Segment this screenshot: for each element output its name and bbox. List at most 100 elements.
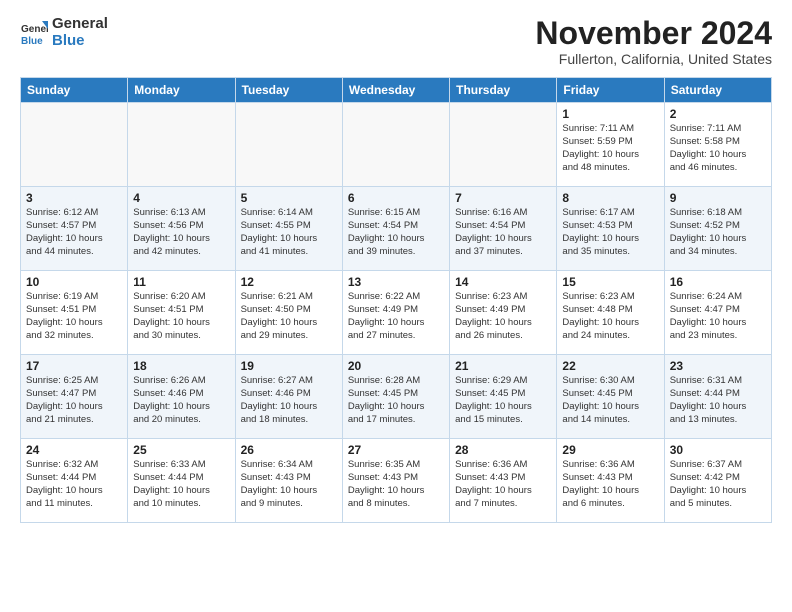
day-number: 17 [26, 359, 122, 373]
calendar-week-row: 17 Sunrise: 6:25 AM Sunset: 4:47 PM Dayli… [21, 355, 772, 439]
page-title: November 2024 [535, 16, 772, 51]
calendar-day-cell: 29 Sunrise: 6:36 AM Sunset: 4:43 PM Dayli… [557, 439, 664, 523]
day-info: Sunrise: 6:20 AM Sunset: 4:51 PM Dayligh… [133, 291, 229, 342]
day-info: Sunrise: 6:35 AM Sunset: 4:43 PM Dayligh… [348, 459, 444, 510]
day-number: 28 [455, 443, 551, 457]
calendar-day-cell: 10Sunrise: 6:19 AM Sunset: 4:51 PM Dayli… [21, 271, 128, 355]
day-number: 4 [133, 191, 229, 205]
day-info: Sunrise: 6:25 AM Sunset: 4:47 PM Dayligh… [26, 375, 122, 426]
calendar-day-cell: 22Sunrise: 6:30 AM Sunset: 4:45 PM Dayli… [557, 355, 664, 439]
calendar-header-cell: Friday [557, 78, 664, 103]
day-info: Sunrise: 6:26 AM Sunset: 4:46 PM Dayligh… [133, 375, 229, 426]
calendar-day-cell: 27 Sunrise: 6:35 AM Sunset: 4:43 PM Dayli… [342, 439, 449, 523]
day-info: Sunrise: 6:29 AM Sunset: 4:45 PM Dayligh… [455, 375, 551, 426]
day-info: Sunrise: 6:31 AM Sunset: 4:44 PM Dayligh… [670, 375, 766, 426]
day-number: 24 [26, 443, 122, 457]
day-number: 29 [562, 443, 658, 457]
calendar-header-cell: Thursday [450, 78, 557, 103]
calendar-week-row: 10Sunrise: 6:19 AM Sunset: 4:51 PM Dayli… [21, 271, 772, 355]
calendar-day-cell: 26Sunrise: 6:34 AM Sunset: 4:43 PM Dayli… [235, 439, 342, 523]
calendar-day-cell: 7 Sunrise: 6:16 AM Sunset: 4:54 PM Daylig… [450, 187, 557, 271]
calendar-header-cell: Wednesday [342, 78, 449, 103]
day-info: Sunrise: 6:36 AM Sunset: 4:43 PM Dayligh… [562, 459, 658, 510]
day-info: Sunrise: 6:33 AM Sunset: 4:44 PM Dayligh… [133, 459, 229, 510]
calendar-day-cell [450, 103, 557, 187]
calendar-week-row: 24 Sunrise: 6:32 AM Sunset: 4:44 PM Dayli… [21, 439, 772, 523]
day-number: 1 [562, 107, 658, 121]
calendar-day-cell [21, 103, 128, 187]
day-number: 12 [241, 275, 337, 289]
day-info: Sunrise: 6:27 AM Sunset: 4:46 PM Dayligh… [241, 375, 337, 426]
day-number: 18 [133, 359, 229, 373]
day-info: Sunrise: 6:24 AM Sunset: 4:47 PM Dayligh… [670, 291, 766, 342]
day-info: Sunrise: 6:14 AM Sunset: 4:55 PM Dayligh… [241, 207, 337, 258]
calendar-week-row: 1Sunrise: 7:11 AM Sunset: 5:59 PM Daylig… [21, 103, 772, 187]
day-info: Sunrise: 6:13 AM Sunset: 4:56 PM Dayligh… [133, 207, 229, 258]
calendar-header-cell: Saturday [664, 78, 771, 103]
calendar-day-cell: 28 Sunrise: 6:36 AM Sunset: 4:43 PM Dayli… [450, 439, 557, 523]
calendar-day-cell: 14Sunrise: 6:23 AM Sunset: 4:49 PM Dayli… [450, 271, 557, 355]
calendar-day-cell: 3 Sunrise: 6:12 AM Sunset: 4:57 PM Daylig… [21, 187, 128, 271]
day-info: Sunrise: 6:37 AM Sunset: 4:42 PM Dayligh… [670, 459, 766, 510]
calendar-day-cell: 18 Sunrise: 6:26 AM Sunset: 4:46 PM Dayli… [128, 355, 235, 439]
day-number: 7 [455, 191, 551, 205]
day-number: 2 [670, 107, 766, 121]
calendar-day-cell [342, 103, 449, 187]
day-info: Sunrise: 6:23 AM Sunset: 4:48 PM Dayligh… [562, 291, 658, 342]
calendar-day-cell: 13Sunrise: 6:22 AM Sunset: 4:49 PM Dayli… [342, 271, 449, 355]
page: General Blue General Blue November 2024 … [0, 0, 792, 612]
page-subtitle: Fullerton, California, United States [535, 51, 772, 67]
calendar-day-cell: 17 Sunrise: 6:25 AM Sunset: 4:47 PM Dayli… [21, 355, 128, 439]
header: General Blue General Blue November 2024 … [20, 16, 772, 67]
svg-text:Blue: Blue [21, 36, 43, 47]
calendar-day-cell: 25Sunrise: 6:33 AM Sunset: 4:44 PM Dayli… [128, 439, 235, 523]
day-number: 30 [670, 443, 766, 457]
calendar-day-cell: 11 Sunrise: 6:20 AM Sunset: 4:51 PM Dayli… [128, 271, 235, 355]
calendar-day-cell: 8 Sunrise: 6:17 AM Sunset: 4:53 PM Daylig… [557, 187, 664, 271]
day-info: Sunrise: 6:19 AM Sunset: 4:51 PM Dayligh… [26, 291, 122, 342]
calendar-day-cell: 23 Sunrise: 6:31 AM Sunset: 4:44 PM Dayli… [664, 355, 771, 439]
day-number: 16 [670, 275, 766, 289]
day-info: Sunrise: 6:21 AM Sunset: 4:50 PM Dayligh… [241, 291, 337, 342]
calendar-day-cell [235, 103, 342, 187]
calendar-day-cell: 5 Sunrise: 6:14 AM Sunset: 4:55 PM Daylig… [235, 187, 342, 271]
day-info: Sunrise: 6:12 AM Sunset: 4:57 PM Dayligh… [26, 207, 122, 258]
calendar-header-cell: Sunday [21, 78, 128, 103]
svg-text:General: General [21, 24, 48, 35]
calendar-header-cell: Tuesday [235, 78, 342, 103]
day-info: Sunrise: 6:16 AM Sunset: 4:54 PM Dayligh… [455, 207, 551, 258]
calendar-day-cell: 2Sunrise: 7:11 AM Sunset: 5:58 PM Daylig… [664, 103, 771, 187]
day-number: 19 [241, 359, 337, 373]
logo: General Blue General Blue [20, 16, 108, 49]
calendar-day-cell: 9 Sunrise: 6:18 AM Sunset: 4:52 PM Daylig… [664, 187, 771, 271]
day-number: 21 [455, 359, 551, 373]
calendar-day-cell: 16 Sunrise: 6:24 AM Sunset: 4:47 PM Dayli… [664, 271, 771, 355]
day-number: 9 [670, 191, 766, 205]
day-info: Sunrise: 6:17 AM Sunset: 4:53 PM Dayligh… [562, 207, 658, 258]
day-info: Sunrise: 6:18 AM Sunset: 4:52 PM Dayligh… [670, 207, 766, 258]
day-number: 26 [241, 443, 337, 457]
day-info: Sunrise: 6:32 AM Sunset: 4:44 PM Dayligh… [26, 459, 122, 510]
calendar-day-cell: 6Sunrise: 6:15 AM Sunset: 4:54 PM Daylig… [342, 187, 449, 271]
logo-icon: General Blue [20, 19, 48, 47]
calendar-day-cell: 4 Sunrise: 6:13 AM Sunset: 4:56 PM Daylig… [128, 187, 235, 271]
calendar-table: SundayMondayTuesdayWednesdayThursdayFrid… [20, 77, 772, 523]
day-number: 11 [133, 275, 229, 289]
day-number: 23 [670, 359, 766, 373]
day-number: 15 [562, 275, 658, 289]
day-number: 3 [26, 191, 122, 205]
calendar-day-cell: 12 Sunrise: 6:21 AM Sunset: 4:50 PM Dayli… [235, 271, 342, 355]
day-number: 14 [455, 275, 551, 289]
day-info: Sunrise: 6:22 AM Sunset: 4:49 PM Dayligh… [348, 291, 444, 342]
day-number: 20 [348, 359, 444, 373]
day-info: Sunrise: 6:36 AM Sunset: 4:43 PM Dayligh… [455, 459, 551, 510]
calendar-day-cell: 24 Sunrise: 6:32 AM Sunset: 4:44 PM Dayli… [21, 439, 128, 523]
day-number: 5 [241, 191, 337, 205]
calendar-day-cell: 1Sunrise: 7:11 AM Sunset: 5:59 PM Daylig… [557, 103, 664, 187]
title-area: November 2024 Fullerton, California, Uni… [535, 16, 772, 67]
day-number: 27 [348, 443, 444, 457]
day-number: 8 [562, 191, 658, 205]
day-info: Sunrise: 6:28 AM Sunset: 4:45 PM Dayligh… [348, 375, 444, 426]
calendar-header-cell: Monday [128, 78, 235, 103]
calendar-day-cell: 21 Sunrise: 6:29 AM Sunset: 4:45 PM Dayli… [450, 355, 557, 439]
